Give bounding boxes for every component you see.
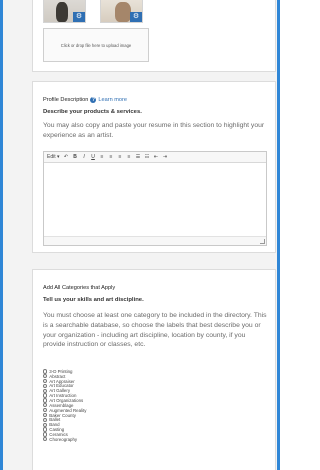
categories-label-text: Add All Categories that Apply [43,285,116,291]
resize-handle-icon[interactable] [260,239,265,244]
gear-icon[interactable]: ⚙ [73,12,85,22]
align-left-icon[interactable]: ≡ [100,154,105,160]
category-radio-list: 3-D Printing Abstract Art Appraiser Art … [43,369,243,442]
categories-heading: Tell us your skills and art discipline. [43,297,144,303]
categories-card: Add All Categories that Apply Tell us yo… [32,269,276,470]
thumbnail-image[interactable]: ⚙ [100,0,143,23]
radio-button[interactable] [43,437,48,442]
radio-button[interactable] [43,432,48,437]
profile-description-label: Profile Description ? Learn more [43,97,127,103]
learn-more-link[interactable]: Learn more [98,97,127,103]
category-label: Choreography [49,436,78,442]
outdent-icon[interactable]: ⇤ [154,154,159,160]
editor-status-bar [44,236,266,245]
indent-icon[interactable]: ⇥ [163,154,168,160]
rich-text-editor[interactable]: Edit ▾ ↶ B I U ≡ ≡ ≡ ≡ ☰ ☷ ⇤ ⇥ [43,151,267,246]
bullet-list-icon[interactable]: ☰ [136,154,141,160]
align-right-icon[interactable]: ≡ [118,154,123,160]
undo-icon[interactable]: ↶ [64,154,69,160]
help-icon[interactable]: ? [90,97,97,103]
underline-button[interactable]: U [91,154,96,160]
profile-label-text: Profile Description [43,97,89,103]
image-upload-card: ⚙ ⚙ Click or drop file here to upload im… [32,0,276,72]
category-option[interactable]: Choreography [43,437,243,442]
thumbnail-image[interactable]: ⚙ [43,0,86,23]
upload-dropzone[interactable]: Click or drop file here to upload image [43,28,149,62]
profile-paragraph: You may also copy and paste your resume … [43,122,265,139]
vase-image [56,2,68,22]
italic-button[interactable]: I [82,154,87,160]
align-justify-icon[interactable]: ≡ [127,154,132,160]
edit-menu-button[interactable]: Edit ▾ [47,154,60,160]
categories-label: Add All Categories that Apply [43,285,115,291]
profile-heading: Describe your products & services. [43,109,142,115]
radio-button[interactable] [43,427,48,432]
align-center-icon[interactable]: ≡ [109,154,114,160]
bold-button[interactable]: B [73,154,78,160]
page-frame: ⚙ ⚙ Click or drop file here to upload im… [0,0,280,470]
vase-image [115,2,131,22]
uploaded-thumbnails: ⚙ ⚙ [43,0,193,23]
categories-paragraph: You must choose at least one category to… [43,312,267,349]
radio-button[interactable] [43,398,48,403]
gear-icon[interactable]: ⚙ [130,12,142,22]
radio-button[interactable] [43,393,48,398]
profile-description-card: Profile Description ? Learn more Describ… [32,81,276,253]
editor-toolbar: Edit ▾ ↶ B I U ≡ ≡ ≡ ≡ ☰ ☷ ⇤ ⇥ [44,152,266,163]
numbered-list-icon[interactable]: ☷ [145,154,150,160]
radio-button[interactable] [43,369,48,374]
